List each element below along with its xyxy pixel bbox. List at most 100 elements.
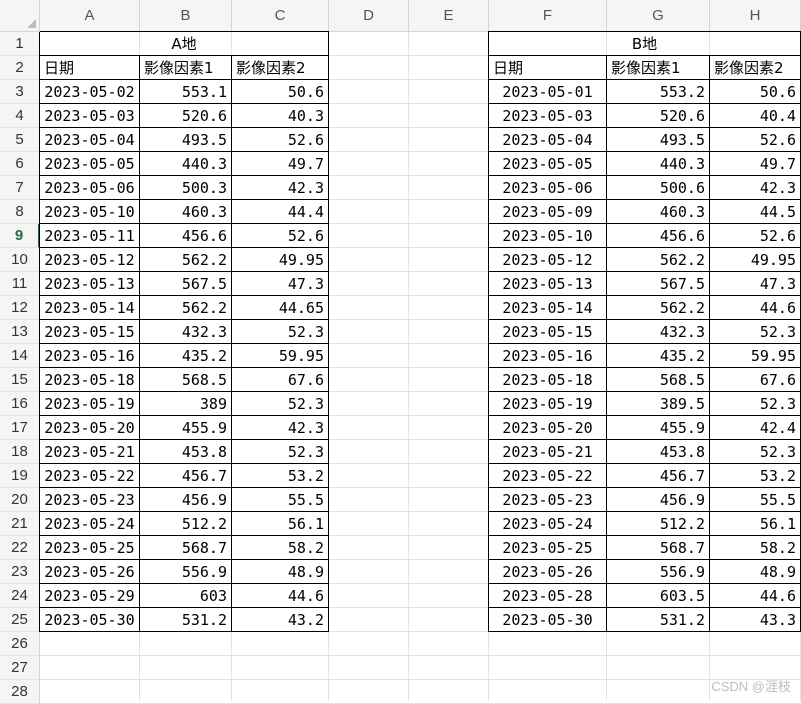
tableA-data-cell[interactable]: 49.95	[231, 247, 329, 272]
tableA-data-cell[interactable]: 456.6	[139, 223, 232, 248]
row-header-14[interactable]: 14	[0, 344, 40, 368]
tableB-data-cell[interactable]: 50.6	[709, 79, 801, 104]
tableB-data-cell[interactable]: 42.4	[709, 415, 801, 440]
tableB-data-cell[interactable]: 512.2	[606, 511, 710, 536]
tableA-data-cell[interactable]: 568.5	[139, 367, 232, 392]
tableA-data-cell[interactable]: 2023-05-23	[39, 487, 140, 512]
tableA-data-cell[interactable]: 2023-05-14	[39, 295, 140, 320]
tableB-data-cell[interactable]: 49.95	[709, 247, 801, 272]
tableB-data-cell[interactable]: 2023-05-06	[488, 175, 607, 200]
row-header-8[interactable]: 8	[0, 200, 40, 224]
tableB-data-cell[interactable]: 56.1	[709, 511, 801, 536]
tableB-data-cell[interactable]: 453.8	[606, 439, 710, 464]
tableB-data-cell[interactable]: 2023-05-01	[488, 79, 607, 104]
tableA-data-cell[interactable]: 55.5	[231, 487, 329, 512]
row-header-12[interactable]: 12	[0, 296, 40, 320]
tableB-data-cell[interactable]: 55.5	[709, 487, 801, 512]
tableB-data-cell[interactable]: 47.3	[709, 271, 801, 296]
tableA-data-cell[interactable]: 44.6	[231, 583, 329, 608]
tableB-data-cell[interactable]: 2023-05-25	[488, 535, 607, 560]
tableA-data-cell[interactable]: 2023-05-03	[39, 103, 140, 128]
column-header-g[interactable]: G	[607, 0, 710, 32]
tableB-data-cell[interactable]: 2023-05-05	[488, 151, 607, 176]
tableB-data-cell[interactable]: 2023-05-26	[488, 559, 607, 584]
tableB-data-cell[interactable]: 531.2	[606, 607, 710, 632]
tableA-data-cell[interactable]: 512.2	[139, 511, 232, 536]
tableA-data-cell[interactable]: 44.65	[231, 295, 329, 320]
row-header-4[interactable]: 4	[0, 104, 40, 128]
row-header-24[interactable]: 24	[0, 584, 40, 608]
row-header-18[interactable]: 18	[0, 440, 40, 464]
tableA-data-cell[interactable]: 556.9	[139, 559, 232, 584]
tableB-data-cell[interactable]: 40.4	[709, 103, 801, 128]
tableA-data-cell[interactable]: 2023-05-26	[39, 559, 140, 584]
tableA-data-cell[interactable]: 493.5	[139, 127, 232, 152]
column-header-b[interactable]: B	[140, 0, 232, 32]
tableA-data-cell[interactable]: 567.5	[139, 271, 232, 296]
tableA-data-cell[interactable]: 43.2	[231, 607, 329, 632]
tableB-data-cell[interactable]: 2023-05-12	[488, 247, 607, 272]
tableA-data-cell[interactable]: 562.2	[139, 247, 232, 272]
tableA-data-cell[interactable]: 2023-05-15	[39, 319, 140, 344]
tableB-data-cell[interactable]: 456.9	[606, 487, 710, 512]
select-all-corner[interactable]	[0, 0, 40, 32]
tableB-data-cell[interactable]: 52.6	[709, 127, 801, 152]
tableB-data-cell[interactable]: 567.5	[606, 271, 710, 296]
tableA-data-cell[interactable]: 2023-05-16	[39, 343, 140, 368]
tableB-data-cell[interactable]: 42.3	[709, 175, 801, 200]
tableA-data-cell[interactable]: 2023-05-04	[39, 127, 140, 152]
row-header-5[interactable]: 5	[0, 128, 40, 152]
tableA-data-cell[interactable]: 56.1	[231, 511, 329, 536]
tableB-data-cell[interactable]: 389.5	[606, 391, 710, 416]
tableA-data-cell[interactable]: 603	[139, 583, 232, 608]
row-header-21[interactable]: 21	[0, 512, 40, 536]
tableA-data-cell[interactable]: 2023-05-12	[39, 247, 140, 272]
row-header-1[interactable]: 1	[0, 32, 40, 56]
tableA-data-cell[interactable]: 456.9	[139, 487, 232, 512]
tableB-data-cell[interactable]: 456.7	[606, 463, 710, 488]
column-header-f[interactable]: F	[489, 0, 607, 32]
tableA-data-cell[interactable]: 2023-05-21	[39, 439, 140, 464]
row-header-17[interactable]: 17	[0, 416, 40, 440]
tableA-data-cell[interactable]: 2023-05-05	[39, 151, 140, 176]
column-header-e[interactable]: E	[409, 0, 489, 32]
row-header-9[interactable]: 9	[0, 224, 40, 248]
tableA-data-cell[interactable]: 2023-05-10	[39, 199, 140, 224]
tableB-data-cell[interactable]: 603.5	[606, 583, 710, 608]
row-header-27[interactable]: 27	[0, 656, 40, 680]
tableB-data-cell[interactable]: 2023-05-21	[488, 439, 607, 464]
row-header-3[interactable]: 3	[0, 80, 40, 104]
row-header-22[interactable]: 22	[0, 536, 40, 560]
tableB-data-cell[interactable]: 2023-05-09	[488, 199, 607, 224]
row-header-19[interactable]: 19	[0, 464, 40, 488]
tableA-data-cell[interactable]: 42.3	[231, 175, 329, 200]
tableB-data-cell[interactable]: 562.2	[606, 295, 710, 320]
tableA-data-cell[interactable]: 455.9	[139, 415, 232, 440]
tableB-data-cell[interactable]: 2023-05-13	[488, 271, 607, 296]
row-header-10[interactable]: 10	[0, 248, 40, 272]
tableB-data-cell[interactable]: 2023-05-23	[488, 487, 607, 512]
tableB-data-cell[interactable]: 520.6	[606, 103, 710, 128]
tableA-data-cell[interactable]: 389	[139, 391, 232, 416]
tableA-data-cell[interactable]: 52.3	[231, 391, 329, 416]
tableB-data-cell[interactable]: 460.3	[606, 199, 710, 224]
tableA-data-cell[interactable]: 2023-05-06	[39, 175, 140, 200]
tableA-data-cell[interactable]: 42.3	[231, 415, 329, 440]
tableB-data-cell[interactable]: 2023-05-20	[488, 415, 607, 440]
tableA-data-cell[interactable]: 2023-05-11	[39, 223, 140, 248]
tableB-data-cell[interactable]: 455.9	[606, 415, 710, 440]
row-header-11[interactable]: 11	[0, 272, 40, 296]
column-header-d[interactable]: D	[329, 0, 409, 32]
tableA-data-cell[interactable]: 500.3	[139, 175, 232, 200]
tableA-data-cell[interactable]: 531.2	[139, 607, 232, 632]
tableB-data-cell[interactable]: 432.3	[606, 319, 710, 344]
tableB-data-cell[interactable]: 2023-05-28	[488, 583, 607, 608]
tableB-data-cell[interactable]: 48.9	[709, 559, 801, 584]
tableB-data-cell[interactable]: 58.2	[709, 535, 801, 560]
row-header-20[interactable]: 20	[0, 488, 40, 512]
row-header-15[interactable]: 15	[0, 368, 40, 392]
tableA-data-cell[interactable]: 52.3	[231, 319, 329, 344]
tableB-data-cell[interactable]: 52.3	[709, 319, 801, 344]
tableB-data-cell[interactable]: 49.7	[709, 151, 801, 176]
row-header-28[interactable]: 28	[0, 680, 40, 704]
